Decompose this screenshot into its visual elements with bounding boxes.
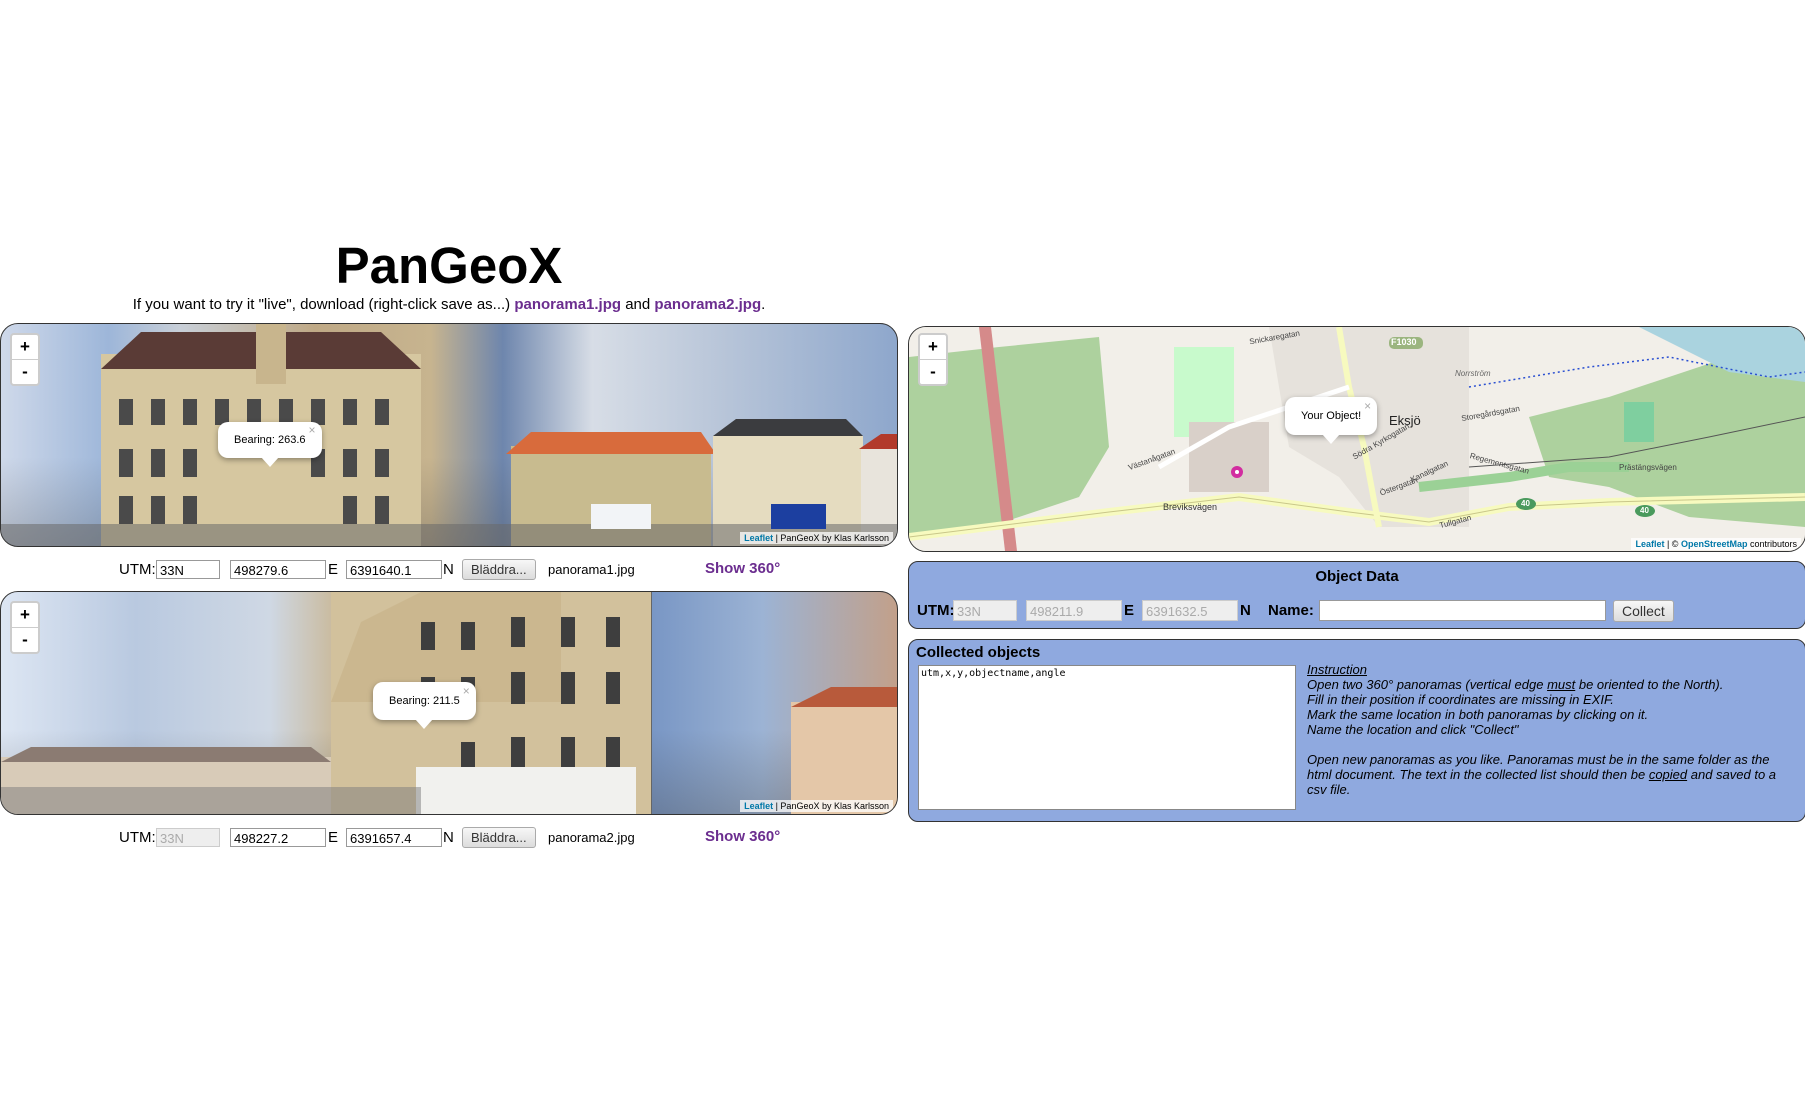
- map-popup-text: Your Object!: [1301, 410, 1362, 422]
- collected-objects-panel: Collected objects utm,x,y,objectname,ang…: [908, 639, 1805, 822]
- panorama1-bearing-popup: Bearing: 263.6 ×: [218, 422, 322, 467]
- object-name-input[interactable]: [1319, 600, 1606, 621]
- utm-label: UTM:: [119, 561, 156, 578]
- instruction-line: Open two 360° panoramas (vertical edge m…: [1307, 677, 1797, 692]
- panorama2-popup-close-icon[interactable]: ×: [463, 672, 470, 710]
- instruction-text: be oriented to the North).: [1575, 677, 1724, 692]
- object-data-heading: Object Data: [1315, 568, 1399, 585]
- panorama1-show360-link[interactable]: Show 360°: [705, 560, 780, 577]
- object-northing-input[interactable]: 6391632.5: [1142, 600, 1238, 621]
- panorama1-download-link[interactable]: panorama1.jpg: [514, 296, 621, 313]
- map-zoom-out-button[interactable]: -: [920, 360, 946, 384]
- object-easting-input[interactable]: 498211.9: [1026, 600, 1122, 621]
- popup-tip: [1322, 434, 1341, 444]
- object-zone-input[interactable]: 33N: [953, 600, 1017, 621]
- panorama1-zone-input[interactable]: 33N: [156, 560, 220, 579]
- openstreetmap-link[interactable]: OpenStreetMap: [1681, 539, 1748, 549]
- instruction-line: Name the location and click "Collect": [1307, 722, 1519, 737]
- panorama2-browse-button[interactable]: Bläddra...: [462, 827, 536, 848]
- northing-unit-label: N: [443, 561, 454, 578]
- popup-tip: [415, 719, 434, 729]
- instruction-emphasis: must: [1547, 677, 1576, 692]
- map-street-label: Breviksvägen: [1163, 502, 1218, 512]
- panorama2-northing-input[interactable]: 6391657.4: [346, 828, 442, 847]
- panorama2-bearing-text: Bearing: 211.5: [389, 695, 460, 707]
- attribution-text: | PanGeoX by Klas Karlsson: [773, 533, 889, 543]
- map-attribution: Leaflet | © OpenStreetMap contributors: [1631, 538, 1801, 550]
- map-street-label: Prästängsvägen: [1619, 463, 1677, 472]
- intro-text: If you want to try it "live", download (…: [0, 296, 898, 313]
- panorama1-popup-close-icon[interactable]: ×: [309, 412, 316, 448]
- map-zoom-in-button[interactable]: +: [920, 335, 946, 360]
- panorama1-browse-button[interactable]: Bläddra...: [462, 559, 536, 580]
- instruction-block: Instruction Open two 360° panoramas (ver…: [1307, 662, 1797, 797]
- easting-unit-label: E: [328, 829, 339, 846]
- leaflet-link[interactable]: Leaflet: [744, 533, 773, 543]
- object-northing-unit: N: [1240, 602, 1251, 619]
- instruction-spacer: [1307, 737, 1797, 752]
- attribution-end: contributors: [1747, 539, 1797, 549]
- period-text: .: [761, 296, 766, 313]
- map-popup-close-icon[interactable]: ×: [1364, 387, 1371, 425]
- panorama2-download-link[interactable]: panorama2.jpg: [654, 296, 761, 313]
- instruction-paragraph: Open new panoramas as you like. Panorama…: [1307, 752, 1797, 797]
- map-zoom-control: + -: [918, 333, 948, 386]
- panorama1-viewer[interactable]: + - Bearing: 263.6 × Leaflet | PanGeoX b…: [0, 323, 898, 547]
- panorama2-easting-input[interactable]: 498227.2: [230, 828, 326, 847]
- instruction-title: Instruction: [1307, 662, 1367, 677]
- attribution-sep: | ©: [1664, 539, 1681, 549]
- road-shield-40-east: 40: [1640, 506, 1649, 515]
- panorama1-image: [1, 324, 897, 546]
- road-shield-40-west: 40: [1521, 499, 1530, 508]
- panorama1-zoom-control: + -: [10, 333, 40, 386]
- panorama2-zoom-in-button[interactable]: +: [12, 603, 38, 628]
- popup-tip: [260, 457, 279, 467]
- attribution-text: | PanGeoX by Klas Karlsson: [773, 801, 889, 811]
- panorama2-zoom-out-button[interactable]: -: [12, 628, 38, 652]
- leaflet-link[interactable]: Leaflet: [1635, 539, 1664, 549]
- map-viewer[interactable]: F1030 40 40 Eksjö Breviksvägen Västanåga…: [908, 326, 1805, 552]
- object-utm-label: UTM:: [917, 602, 955, 619]
- easting-unit-label: E: [328, 561, 339, 578]
- panorama1-filename: panorama1.jpg: [548, 562, 635, 577]
- intro-label: If you want to try it "live", download (…: [132, 296, 511, 313]
- road-shield-f1030: F1030: [1391, 337, 1417, 347]
- panorama1-bearing-text: Bearing: 263.6: [234, 434, 306, 446]
- collected-objects-textarea[interactable]: utm,x,y,objectname,angle: [918, 665, 1296, 810]
- map-object-popup: Your Object! ×: [1285, 397, 1378, 444]
- panorama1-northing-input[interactable]: 6391640.1: [346, 560, 442, 579]
- instruction-emphasis: copied: [1648, 767, 1688, 782]
- panorama2-show360-link[interactable]: Show 360°: [705, 828, 780, 845]
- panorama2-bearing-popup: Bearing: 211.5 ×: [373, 682, 476, 729]
- panorama2-attribution: Leaflet | PanGeoX by Klas Karlsson: [740, 800, 893, 812]
- leaflet-link[interactable]: Leaflet: [744, 801, 773, 811]
- instruction-text: Open two 360° panoramas (vertical edge: [1307, 677, 1548, 692]
- instruction-line: Mark the same location in both panoramas…: [1307, 707, 1649, 722]
- panorama1-attribution: Leaflet | PanGeoX by Klas Karlsson: [740, 532, 893, 544]
- panorama2-zoom-control: + -: [10, 601, 40, 654]
- object-name-label: Name:: [1268, 602, 1314, 619]
- panorama2-viewer[interactable]: + - Bearing: 211.5 × Leaflet | PanGeoX b…: [0, 591, 898, 815]
- panorama1-easting-input[interactable]: 498279.6: [230, 560, 326, 579]
- map-street-label: Norrström: [1455, 369, 1491, 378]
- instruction-line: Fill in their position if coordinates ar…: [1307, 692, 1614, 707]
- panorama1-zoom-out-button[interactable]: -: [12, 360, 38, 384]
- panorama1-zoom-in-button[interactable]: +: [12, 335, 38, 360]
- object-data-panel: Object Data UTM: 33N 498211.9 E 6391632.…: [908, 561, 1805, 629]
- panorama2-zone-input[interactable]: 33N: [156, 828, 220, 847]
- collect-button[interactable]: Collect: [1613, 600, 1674, 622]
- map-tiles: [909, 327, 1805, 551]
- utm-label: UTM:: [119, 829, 156, 846]
- page-title: PanGeoX: [335, 237, 563, 294]
- and-text: and: [625, 296, 651, 313]
- object-easting-unit: E: [1124, 602, 1135, 619]
- northing-unit-label: N: [443, 829, 454, 846]
- collected-objects-heading: Collected objects: [916, 644, 1041, 661]
- panorama2-filename: panorama2.jpg: [548, 830, 635, 845]
